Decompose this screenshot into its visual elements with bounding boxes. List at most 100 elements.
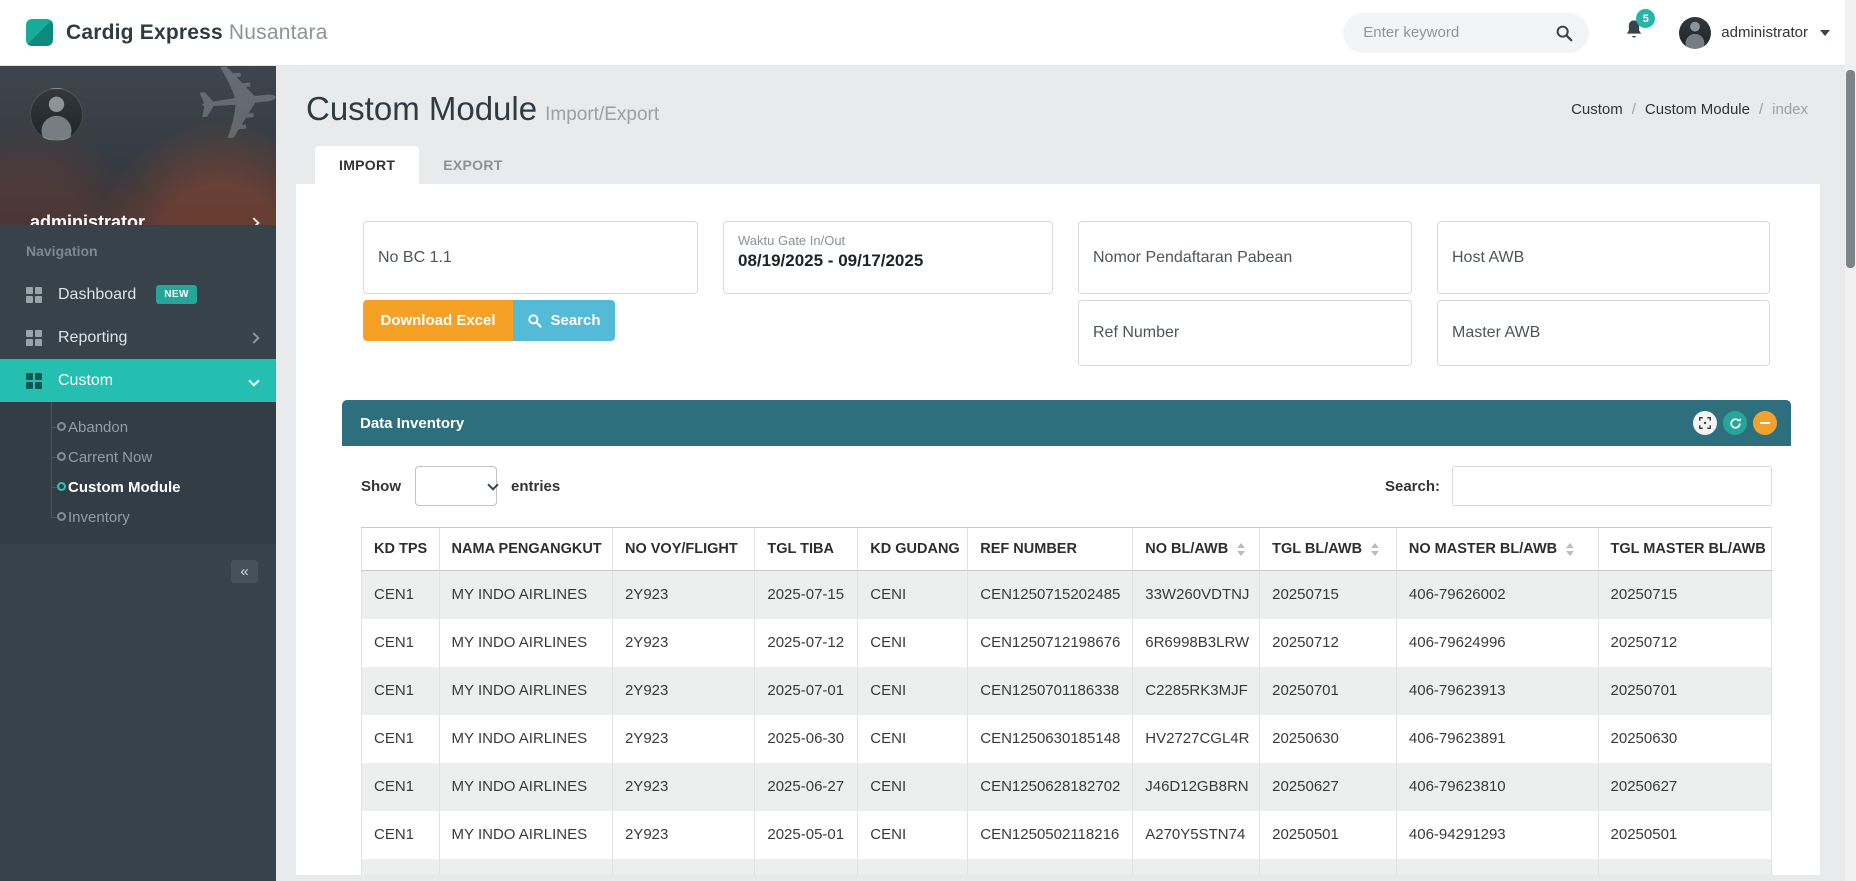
table-cell: CENI (858, 763, 968, 811)
table-cell: A270Y5STN74 (1133, 811, 1260, 859)
search-icon[interactable] (1555, 24, 1573, 42)
no-bc-input[interactable] (363, 221, 698, 294)
sidebar-item-abandon[interactable]: Abandon (0, 412, 276, 442)
table-cell (755, 859, 858, 876)
table-row-partial (362, 859, 1772, 876)
breadcrumb-separator: / (1759, 101, 1763, 118)
sidebar-item-reporting[interactable]: Reporting (0, 316, 276, 359)
global-search (1343, 13, 1589, 53)
page-scrollbar[interactable] (1845, 0, 1856, 881)
bullet-icon (57, 512, 66, 521)
table-cell: 20250630 (1260, 715, 1397, 763)
table-row: CEN1MY INDO AIRLINES2Y9232025-07-15CENIC… (362, 571, 1772, 619)
table-cell: CEN1 (362, 715, 440, 763)
sidebar-item-custom[interactable]: Custom (0, 359, 276, 402)
table-cell: MY INDO AIRLINES (439, 811, 612, 859)
collapse-panel-button[interactable] (1753, 411, 1777, 435)
grid-icon (26, 287, 42, 303)
filter-search-label: Search (550, 312, 600, 329)
data-inventory-panel: Data Inventory (342, 400, 1791, 875)
table-search: Search: (1385, 466, 1772, 506)
host-awb-input[interactable] (1437, 221, 1770, 294)
table-cell: MY INDO AIRLINES (439, 571, 612, 619)
chevron-down-icon (1820, 30, 1830, 36)
search-input[interactable] (1343, 13, 1589, 53)
sidebar-item-dashboard[interactable]: Dashboard NEW (0, 273, 276, 316)
column-header-label: TGL BL/AWB (1272, 541, 1362, 557)
table-cell (1260, 859, 1397, 876)
sidebar: ✈ administrator administrator@gmail.com … (0, 66, 276, 881)
table-search-input[interactable] (1452, 466, 1772, 506)
tab-export[interactable]: EXPORT (419, 146, 526, 184)
column-header-label: NO MASTER BL/AWB (1409, 541, 1557, 557)
breadcrumb-custom[interactable]: Custom (1571, 101, 1623, 118)
nomor-pendaftaran-input[interactable] (1078, 221, 1412, 294)
panel-header: Data Inventory (342, 400, 1791, 446)
date-range-picker[interactable]: Waktu Gate In/Out 08/19/2025 - 09/17/202… (723, 221, 1053, 294)
filter-search-button[interactable]: Search (513, 300, 615, 341)
table-cell: 406-79626002 (1396, 571, 1598, 619)
search-icon (527, 313, 542, 328)
table-cell: HV2727CGL4R (1133, 715, 1260, 763)
table-cell (362, 859, 440, 876)
table-cell (612, 859, 754, 876)
sidebar-item-label: Custom (58, 372, 113, 390)
column-header[interactable]: NO MASTER BL/AWB (1396, 528, 1598, 571)
tab-import[interactable]: IMPORT (315, 146, 419, 184)
column-header-label: KD TPS (374, 541, 427, 557)
sidebar-collapse-button[interactable]: « (231, 560, 258, 583)
table-cell (968, 859, 1133, 876)
table-cell: CEN1 (362, 667, 440, 715)
chevron-right-icon (248, 332, 259, 343)
page-subtitle: Import/Export (545, 104, 659, 125)
table-row: CEN1MY INDO AIRLINES2Y9232025-05-01CENIC… (362, 811, 1772, 859)
table-cell: 20250501 (1598, 811, 1771, 859)
sidebar-subitem-label: Inventory (68, 509, 130, 526)
sidebar-item-label: Dashboard (58, 286, 136, 304)
column-header: NAMA PENGANGKUT (439, 528, 612, 571)
breadcrumb: Custom / Custom Module / index (1571, 101, 1808, 118)
scrollbar-thumb[interactable] (1846, 70, 1855, 268)
page-header: Custom Module Import/Export Custom / Cust… (276, 66, 1856, 128)
column-header[interactable]: TGL BL/AWB (1260, 528, 1397, 571)
download-excel-button[interactable]: Download Excel (363, 300, 513, 341)
sidebar-user-panel[interactable]: ✈ administrator administrator@gmail.com (0, 66, 276, 225)
table-cell: 20250630 (1598, 715, 1771, 763)
table-cell: CEN1250712198676 (968, 619, 1133, 667)
sidebar-item-inventory[interactable]: Inventory (0, 502, 276, 532)
table-cell: 406-79624996 (1396, 619, 1598, 667)
sidebar-item-label: Reporting (58, 329, 127, 347)
panel-body: Show entries Search: (342, 446, 1791, 875)
breadcrumb-custom-module[interactable]: Custom Module (1645, 101, 1750, 118)
table-cell: 406-94291293 (1396, 811, 1598, 859)
grid-icon (26, 330, 42, 346)
table-cell (858, 859, 968, 876)
entries-select[interactable] (415, 466, 497, 506)
table-cell: J46D12GB8RN (1133, 763, 1260, 811)
chevron-down-icon (248, 375, 259, 386)
table-cell: 20250715 (1598, 571, 1771, 619)
main-content: Custom Module Import/Export Custom / Cust… (276, 66, 1856, 881)
sidebar-item-carrent-now[interactable]: Carrent Now (0, 442, 276, 472)
notifications-button[interactable]: 5 (1623, 18, 1645, 47)
table-row: CEN1MY INDO AIRLINES2Y9232025-07-01CENIC… (362, 667, 1772, 715)
refresh-button[interactable] (1723, 411, 1747, 435)
fullscreen-icon (1699, 417, 1711, 429)
ref-number-input[interactable] (1078, 300, 1412, 366)
column-header[interactable]: NO BL/AWB (1133, 528, 1260, 571)
table-cell: 2Y923 (612, 619, 754, 667)
inventory-table: KD TPSNAMA PENGANGKUTNO VOY/FLIGHTTGL TI… (361, 527, 1772, 875)
table-cell (1598, 859, 1771, 876)
master-awb-input[interactable] (1437, 300, 1770, 366)
sidebar-subitem-label: Abandon (68, 419, 128, 436)
sidebar-item-custom-module[interactable]: Custom Module (0, 472, 276, 502)
column-header: TGL TIBA (755, 528, 858, 571)
filter-buttons: Download Excel Search (363, 300, 698, 341)
user-menu[interactable]: administrator (1679, 17, 1830, 49)
shell: ✈ administrator administrator@gmail.com … (0, 66, 1856, 881)
expand-button[interactable] (1693, 411, 1717, 435)
table-cell: 2Y923 (612, 715, 754, 763)
entries-label: entries (511, 478, 560, 495)
table-row: CEN1MY INDO AIRLINES2Y9232025-06-27CENIC… (362, 763, 1772, 811)
table-cell: MY INDO AIRLINES (439, 667, 612, 715)
